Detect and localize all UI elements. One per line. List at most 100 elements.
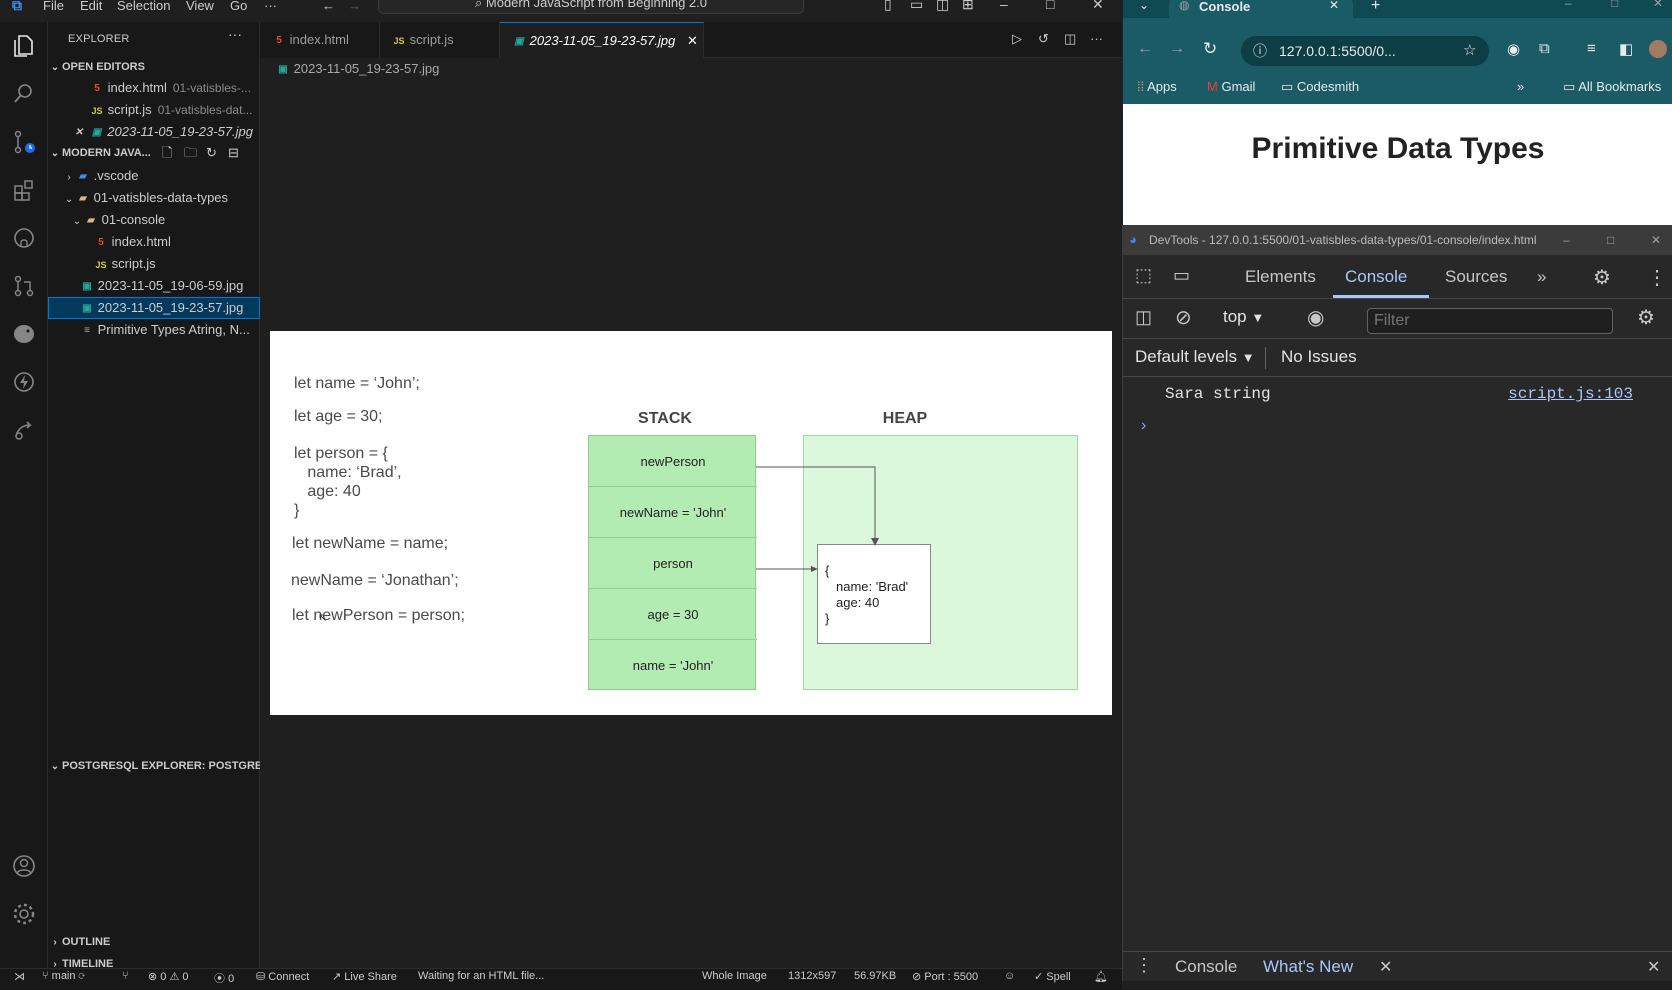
- run-debug-icon[interactable]: [10, 368, 38, 396]
- image-view-status[interactable]: Whole Image: [702, 970, 767, 982]
- breadcrumb[interactable]: ▣ 2023-11-05_19-23-57.jpg: [276, 58, 439, 80]
- open-editors-header[interactable]: ⌄ OPEN EDITORS: [48, 57, 145, 77]
- tree-item-primitive-types[interactable]: ≡ Primitive Types Atring, N...: [48, 319, 260, 341]
- copilot-icon[interactable]: ☺: [1004, 970, 1015, 982]
- spell-status[interactable]: ✓ Spell: [1034, 970, 1071, 983]
- collapse-all-icon[interactable]: ⊟: [228, 143, 239, 163]
- close-tab-icon[interactable]: ✕: [1329, 0, 1339, 12]
- nav-forward-icon[interactable]: →: [348, 0, 361, 13]
- side-panel-icon[interactable]: ◧: [1619, 40, 1633, 58]
- new-folder-icon[interactable]: 🗀: [184, 143, 197, 163]
- command-center[interactable]: ⌕ Modern JavaScript from Beginning 2.0: [378, 0, 804, 14]
- search-icon[interactable]: [10, 80, 38, 108]
- menu-kebab-icon[interactable]: ⋮: [1667, 40, 1672, 58]
- reload-icon[interactable]: ↻: [1203, 39, 1217, 59]
- device-toolbar-icon[interactable]: ▭: [1173, 265, 1190, 286]
- notifications-icon[interactable]: 🔔︎: [1094, 970, 1108, 983]
- context-selector[interactable]: top ▼: [1223, 307, 1264, 327]
- close-icon[interactable]: ✕: [687, 33, 698, 48]
- log-levels-dropdown[interactable]: Default levels ▼: [1135, 347, 1255, 367]
- customize-layout-icon[interactable]: ⊞: [962, 0, 974, 13]
- extensions-icon[interactable]: [10, 176, 38, 204]
- menu-kebab-icon[interactable]: ⋮: [1647, 265, 1667, 290]
- minimize-icon[interactable]: –: [1563, 225, 1570, 255]
- more-actions-icon[interactable]: ···: [1090, 31, 1108, 49]
- address-bar[interactable]: ⓘ 127.0.0.1:5500/0... ☆: [1241, 36, 1489, 66]
- minimize-icon[interactable]: –: [1565, 0, 1572, 10]
- tab-search-icon[interactable]: ⌄: [1139, 0, 1149, 12]
- menu-go[interactable]: Go: [230, 0, 247, 13]
- extensions-puzzle-icon[interactable]: ⧉: [1539, 40, 1550, 57]
- drawer-tab-whats-new[interactable]: What's New: [1263, 957, 1353, 977]
- live-share-icon[interactable]: [10, 416, 38, 444]
- browser-tab[interactable]: ◍ Console ✕: [1169, 0, 1353, 18]
- tree-item-image-2[interactable]: ▣ 2023-11-05_19-23-57.jpg: [48, 297, 260, 319]
- tab-index-html[interactable]: 5 index.html: [260, 22, 380, 58]
- tree-item-data-types[interactable]: ⌄ ▰ 01-vatisbles-data-types: [48, 187, 260, 209]
- tab-sources[interactable]: Sources: [1445, 267, 1507, 287]
- bookmark-apps[interactable]: ⁞⁞ Apps: [1137, 79, 1177, 94]
- back-icon[interactable]: ←: [1137, 40, 1153, 58]
- toggle-secondary-sidebar-icon[interactable]: ◫: [936, 0, 949, 13]
- media-controls-icon[interactable]: ≡: [1587, 40, 1596, 57]
- bookmark-gmail[interactable]: M Gmail: [1207, 79, 1255, 94]
- explorer-icon[interactable]: [10, 32, 38, 60]
- live-expression-eye-icon[interactable]: ◉: [1307, 305, 1324, 330]
- console-prompt-icon[interactable]: ›: [1141, 417, 1146, 435]
- github-icon[interactable]: [10, 224, 38, 252]
- new-file-icon[interactable]: 🗋: [162, 143, 172, 163]
- tree-item-image-1[interactable]: ▣ 2023-11-05_19-06-59.jpg: [48, 275, 260, 297]
- postgres-explorer-header[interactable]: ⌄ POSTGRESQL EXPLORER: POSTGRE...: [48, 756, 260, 776]
- maximize-icon[interactable]: □: [1046, 0, 1054, 12]
- nav-back-icon[interactable]: ←: [322, 0, 335, 13]
- outline-header[interactable]: › OUTLINE: [48, 932, 110, 952]
- menu-file[interactable]: File: [43, 0, 64, 13]
- tree-item-script-js[interactable]: JS script.js: [48, 253, 260, 275]
- open-editor-script-js[interactable]: JS script.js 01-vatisbles-dat...: [48, 99, 260, 121]
- settings-gear-icon[interactable]: [10, 900, 38, 928]
- pull-requests-icon[interactable]: [10, 272, 38, 300]
- issues-label[interactable]: No Issues: [1281, 347, 1357, 367]
- close-window-icon[interactable]: ✕: [1653, 0, 1663, 10]
- branch-status[interactable]: ⑂ main ⟳: [42, 970, 85, 982]
- refresh-icon[interactable]: ↻: [206, 143, 217, 163]
- git-graph-icon[interactable]: ⑂: [122, 970, 129, 982]
- toggle-panel-icon[interactable]: ▭: [910, 0, 923, 13]
- close-window-icon[interactable]: ✕: [1651, 225, 1661, 255]
- bookmark-star-icon[interactable]: ☆: [1463, 36, 1476, 66]
- timeline-history-icon[interactable]: ↺: [1038, 31, 1056, 49]
- close-window-icon[interactable]: ✕: [1092, 0, 1104, 13]
- drawer-tab-console[interactable]: Console: [1175, 957, 1237, 977]
- problems-status[interactable]: ⊗ 0 ⚠ 0: [148, 970, 188, 983]
- console-settings-icon[interactable]: ⚙: [1637, 305, 1655, 330]
- postgres-icon[interactable]: [10, 320, 38, 348]
- remote-icon[interactable]: ⋊: [14, 970, 25, 983]
- source-control-icon[interactable]: [10, 128, 38, 156]
- tree-item-console[interactable]: ⌄ ▰ 01-console: [48, 209, 260, 231]
- open-editor-image[interactable]: ✕ ▣ 2023-11-05_19-23-57.jpg: [48, 121, 260, 143]
- filter-input[interactable]: [1367, 308, 1613, 334]
- tab-script-js[interactable]: JS script.js: [380, 22, 500, 58]
- bookmark-all[interactable]: ▭ All Bookmarks: [1563, 79, 1661, 95]
- run-icon[interactable]: ▷: [1012, 31, 1030, 49]
- more-actions-icon[interactable]: ···: [228, 26, 242, 42]
- sidebar-toggle-icon[interactable]: ◫: [1135, 307, 1152, 328]
- bookmarks-overflow-icon[interactable]: »: [1517, 79, 1524, 94]
- console-source-link[interactable]: script.js:103: [1508, 385, 1633, 403]
- tab-elements[interactable]: Elements: [1245, 267, 1316, 287]
- close-drawer-tab-icon[interactable]: ✕: [1379, 957, 1392, 977]
- maximize-icon[interactable]: □: [1611, 0, 1618, 10]
- close-icon[interactable]: ✕: [72, 122, 86, 143]
- profile-avatar[interactable]: [1649, 40, 1667, 58]
- tab-image[interactable]: ▣ 2023-11-05_19-23-57.jpg ✕: [500, 22, 704, 58]
- drawer-menu-icon[interactable]: ⋮: [1135, 955, 1153, 976]
- minimize-icon[interactable]: –: [1000, 0, 1008, 12]
- menu-edit[interactable]: Edit: [80, 0, 102, 13]
- forward-icon[interactable]: →: [1169, 40, 1185, 58]
- settings-gear-icon[interactable]: ⚙: [1593, 265, 1611, 290]
- accounts-icon[interactable]: [10, 852, 38, 880]
- live-share-status[interactable]: ↗ Live Share: [332, 970, 397, 983]
- tree-item-index-html[interactable]: 5 index.html: [48, 231, 260, 253]
- inspect-element-icon[interactable]: ⬚: [1135, 265, 1152, 286]
- more-tabs-icon[interactable]: »: [1537, 267, 1546, 287]
